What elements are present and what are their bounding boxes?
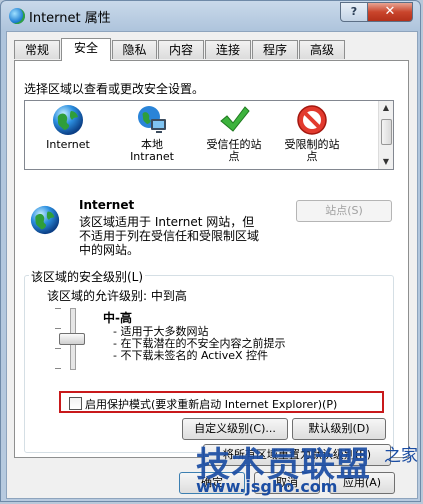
zone-internet-label: Internet: [46, 138, 90, 151]
selected-zone-globe-icon: [30, 205, 60, 235]
watermark-tail: 之家: [384, 446, 418, 466]
tab-content[interactable]: 内容: [158, 40, 204, 59]
zone-restricted-label: 受限制的站 点: [284, 138, 340, 163]
no-entry-icon: [297, 105, 327, 135]
tab-connections[interactable]: 连接: [205, 40, 251, 59]
zone-internet[interactable]: Internet: [29, 103, 107, 151]
security-level-name: 中-高: [103, 311, 132, 325]
protected-mode-label[interactable]: 启用保护模式(要求重新启动 Internet Explorer)(P): [85, 396, 337, 412]
zone-trusted-sites[interactable]: 受信任的站 点: [195, 103, 273, 163]
ie-globe-icon: [9, 8, 25, 24]
title-bar[interactable]: Internet 属性 ? ✕: [1, 1, 420, 31]
dialog-body: 常规 安全 隐私 内容 连接 程序 高级 选择区域以查看或更改安全设置。 Int…: [6, 31, 418, 499]
watermark-url: www.jsgho.com: [196, 477, 338, 496]
close-button[interactable]: ✕: [367, 2, 413, 22]
zone-list[interactable]: Internet 本地 Intranet 受信任的站 点 受限制的站 点 ▲ ▼: [24, 100, 394, 170]
scroll-thumb[interactable]: [381, 119, 392, 145]
zone-list-scrollbar[interactable]: ▲ ▼: [378, 101, 393, 169]
security-level-title: 该区域的安全级别(L): [29, 268, 146, 285]
zone-restricted-sites[interactable]: 受限制的站 点: [273, 103, 351, 163]
protected-mode-checkbox[interactable]: [69, 397, 82, 410]
help-button[interactable]: ?: [340, 2, 368, 22]
tab-privacy[interactable]: 隐私: [112, 40, 157, 59]
zone-trusted-label: 受信任的站 点: [206, 138, 262, 163]
tab-advanced[interactable]: 高级: [299, 40, 345, 59]
scroll-down-icon[interactable]: ▼: [379, 155, 393, 169]
zone-local-intranet[interactable]: 本地 Intranet: [113, 103, 191, 163]
checkmark-icon: [220, 106, 250, 132]
intranet-icon: [138, 106, 166, 133]
internet-options-window: Internet 属性 ? ✕ 常规 安全 隐私 内容 连接 程序 高级 选择区…: [0, 0, 421, 502]
tab-general[interactable]: 常规: [14, 40, 60, 59]
allowed-levels-text: 该区域的允许级别: 中到高: [47, 289, 187, 303]
bullet-item: - 不下载未签名的 ActiveX 控件: [113, 349, 269, 362]
scroll-up-icon[interactable]: ▲: [379, 101, 393, 115]
zone-instruction: 选择区域以查看或更改安全设置。: [24, 82, 205, 96]
sites-button[interactable]: 站点(S): [296, 200, 392, 222]
security-tab-panel: 选择区域以查看或更改安全设置。 Internet 本地 Intranet 受信任…: [14, 60, 409, 458]
security-level-slider-thumb[interactable]: [59, 333, 85, 345]
window-title: Internet 属性: [29, 11, 111, 26]
tab-security[interactable]: 安全: [61, 38, 111, 61]
security-level-bullets: - 适用于大多数网站 - 在下载潜在的不安全内容之前提示 - 不下载未签名的 A…: [113, 326, 285, 362]
selected-zone-description: 该区域适用于 Internet 网站，但不适用于列在受信任和受限制区域中的网站。: [79, 215, 260, 257]
tab-programs[interactable]: 程序: [252, 40, 298, 59]
protected-mode-highlight: 启用保护模式(要求重新启动 Internet Explorer)(P): [59, 391, 384, 413]
zone-intranet-label: 本地 Intranet: [130, 138, 174, 163]
selected-zone-name: Internet: [79, 198, 135, 212]
globe-icon: [53, 105, 83, 135]
